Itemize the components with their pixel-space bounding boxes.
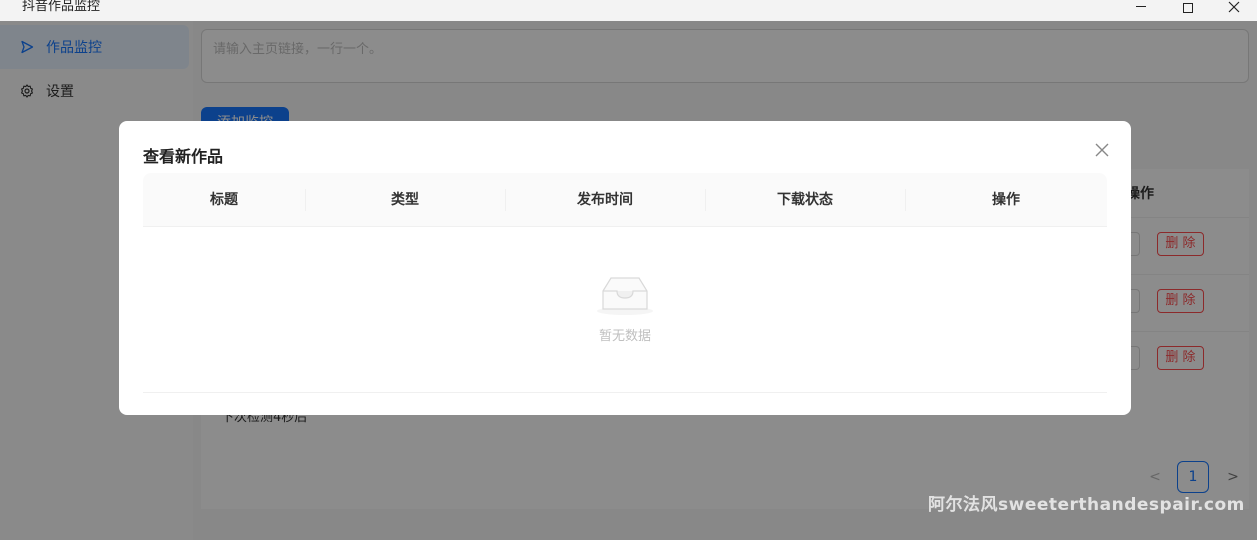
minimize-button[interactable] [1118,0,1164,21]
close-icon [1095,143,1109,157]
column-header-type: 类型 [391,192,419,208]
maximize-icon [1183,2,1193,13]
column-header-title: 标题 [210,192,238,208]
window-close-button[interactable] [1211,0,1257,21]
new-works-table: 标题 类型 发布时间 下载状态 操作 暂无数据 [143,173,1107,395]
empty-inbox-icon [597,277,653,315]
maximize-button[interactable] [1165,0,1211,21]
column-header-publish-time: 发布时间 [577,192,633,208]
window-title: 抖音作品监控 [22,0,101,14]
modal-title: 查看新作品 [143,147,224,166]
column-header-actions: 操作 [992,192,1020,208]
watermark: 阿尔法风sweeterthandespair.com [928,495,1245,515]
new-works-modal: 查看新作品 标题 类型 发布时间 下载状态 操作 暂无数据 [119,121,1131,415]
table-header: 标题 类型 发布时间 下载状态 操作 [143,173,1107,227]
column-header-download-status: 下载状态 [777,192,833,208]
modal-close-button[interactable] [1091,139,1113,161]
close-icon [1228,1,1240,12]
empty-state: 暂无数据 [143,227,1107,393]
minimize-icon [1136,6,1146,7]
window-titlebar: 抖音作品监控 [0,0,1257,21]
empty-text: 暂无数据 [598,329,651,344]
